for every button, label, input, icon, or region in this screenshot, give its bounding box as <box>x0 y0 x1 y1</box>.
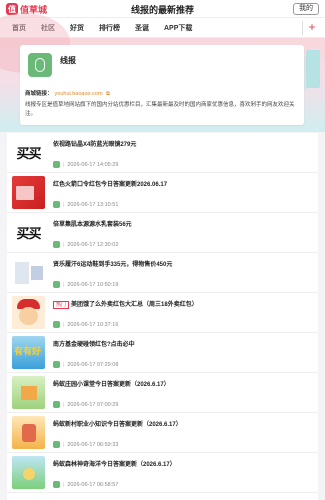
list-item[interactable]: 蚂蚁森林神奇海洋今日答案更新（2026.6.17） | 2026-06-17 06… <box>7 453 318 493</box>
source-icon <box>53 241 60 248</box>
list-item[interactable]: 贤乐履汗6运动鞋到手335元，得物售价450元 | 2026-06-17 10:5… <box>7 253 318 293</box>
deal-date: 2026-06-17 10:37:16 <box>67 321 119 328</box>
source-icon <box>53 481 60 488</box>
site-app-icon <box>28 53 52 77</box>
deal-title[interactable]: 倍草集肌本源源水乳套装56元 <box>53 219 132 228</box>
nav-item-ranking[interactable]: 排行榜 <box>99 23 120 33</box>
site-link[interactable]: youhui.baoaoo.com <box>55 91 103 97</box>
site-link-row: 商城链接： youhui.baoaoo.com ⧉ <box>25 89 110 98</box>
side-float-bar[interactable] <box>306 50 320 88</box>
deal-title[interactable]: 南方基金硬碰领红包?点击必中 <box>53 339 135 348</box>
deal-date: 2026-06-17 14:05:29 <box>67 161 119 168</box>
site-link-label: 商城链接： <box>25 91 53 97</box>
deal-thumbnail[interactable]: 买买 <box>12 136 45 169</box>
list-item[interactable]: 蚂蚁庄园小课堂今日答案更新（2026.6.17） | 2026-06-17 07:… <box>7 373 318 413</box>
my-account-button[interactable]: 我的 <box>293 3 319 15</box>
deal-thumbnail[interactable]: 买买 <box>12 216 45 249</box>
list-item[interactable]: 买买 依视路钻晶X4防蓝光眼镜279元 | 2026-06-17 14:05:29 <box>7 133 318 173</box>
source-icon <box>53 441 60 448</box>
deal-thumbnail[interactable]: 有有好 <box>12 336 45 369</box>
deal-thumbnail[interactable] <box>12 296 45 329</box>
deal-date: 2026-06-17 13:10:51 <box>67 201 119 208</box>
deal-thumbnail[interactable] <box>12 176 45 209</box>
nav-item-christmas[interactable]: 圣诞 <box>135 23 149 33</box>
list-item[interactable]: 买买 倍草集肌本源源水乳套装56元 | 2026-06-17 12:30:02 <box>7 213 318 253</box>
list-item[interactable]: 热门 美团饿了么外卖红包大汇总（周三18外卖红包） | 2026-06-17 10:… <box>7 293 318 333</box>
deal-title[interactable]: 蚂蚁新村职业小知识今日答案更新（2026.6.17） <box>53 419 182 428</box>
nav-item-goods[interactable]: 好货 <box>70 23 84 33</box>
source-icon <box>53 321 60 328</box>
nav-item-app-download[interactable]: APP下载 <box>164 23 192 33</box>
site-info-card: 线报 商城链接： youhui.baoaoo.com ⧉ 线报专区是值草地网站旗下… <box>20 45 304 125</box>
external-link-icon: ⧉ <box>104 91 110 97</box>
source-icon <box>53 361 60 368</box>
deal-thumbnail[interactable] <box>12 256 45 289</box>
source-icon <box>53 201 60 208</box>
deal-title[interactable]: 红色火箭口令红包今日答案更新2026.06.17 <box>53 179 167 188</box>
top-bar: 值 值草城 线报的最新推荐 我的 <box>0 0 325 18</box>
site-description: 线报专区是值草地网站旗下的国内分站优惠栏目，汇集最新最及时的国内商家优惠信息，喜… <box>25 102 295 117</box>
deal-title[interactable]: 依视路钻晶X4防蓝光眼镜279元 <box>53 139 136 148</box>
deal-thumbnail[interactable] <box>12 376 45 409</box>
source-icon <box>53 401 60 408</box>
hot-badge: 热门 <box>53 301 70 309</box>
deal-title[interactable]: 蚂蚁庄园小课堂今日答案更新（2026.6.17） <box>53 379 170 388</box>
deal-title[interactable]: 蚂蚁森林神奇海洋今日答案更新（2026.6.17） <box>53 459 176 468</box>
list-item[interactable]: 红色火箭口令红包今日答案更新2026.06.17 | 2026-06-17 13:… <box>7 173 318 213</box>
deal-list: 买买 依视路钻晶X4防蓝光眼镜279元 | 2026-06-17 14:05:29… <box>7 133 318 500</box>
deal-date: 2026-06-17 06:59:33 <box>67 441 119 448</box>
deal-date: 2026-06-17 12:30:02 <box>67 241 119 248</box>
deal-thumbnail[interactable] <box>12 416 45 449</box>
deal-title[interactable]: 贤乐履汗6运动鞋到手335元，得物售价450元 <box>53 259 172 268</box>
plus-icon[interactable]: + <box>305 20 319 34</box>
deal-date: 2026-06-17 06:58:57 <box>67 481 119 488</box>
page-title: 线报的最新推荐 <box>130 5 194 15</box>
deal-date: 2026-06-17 10:50:19 <box>67 281 119 288</box>
source-icon <box>53 161 60 168</box>
deal-date: 2026-06-17 07:29:08 <box>67 361 119 368</box>
deal-title[interactable]: 热门 美团饿了么外卖红包大汇总（周三18外卖红包） <box>53 299 198 309</box>
nav-divider <box>302 21 303 35</box>
deal-thumbnail[interactable] <box>12 456 45 489</box>
list-item[interactable]: 有有好 南方基金硬碰领红包?点击必中 | 2026-06-17 07:29:08 <box>7 333 318 373</box>
deal-date: 2026-06-17 07:00:29 <box>67 401 119 408</box>
list-item[interactable]: 蚂蚁新村职业小知识今日答案更新（2026.6.17） | 2026-06-17 0… <box>7 413 318 453</box>
source-icon <box>53 281 60 288</box>
site-name: 线报 <box>60 56 76 65</box>
